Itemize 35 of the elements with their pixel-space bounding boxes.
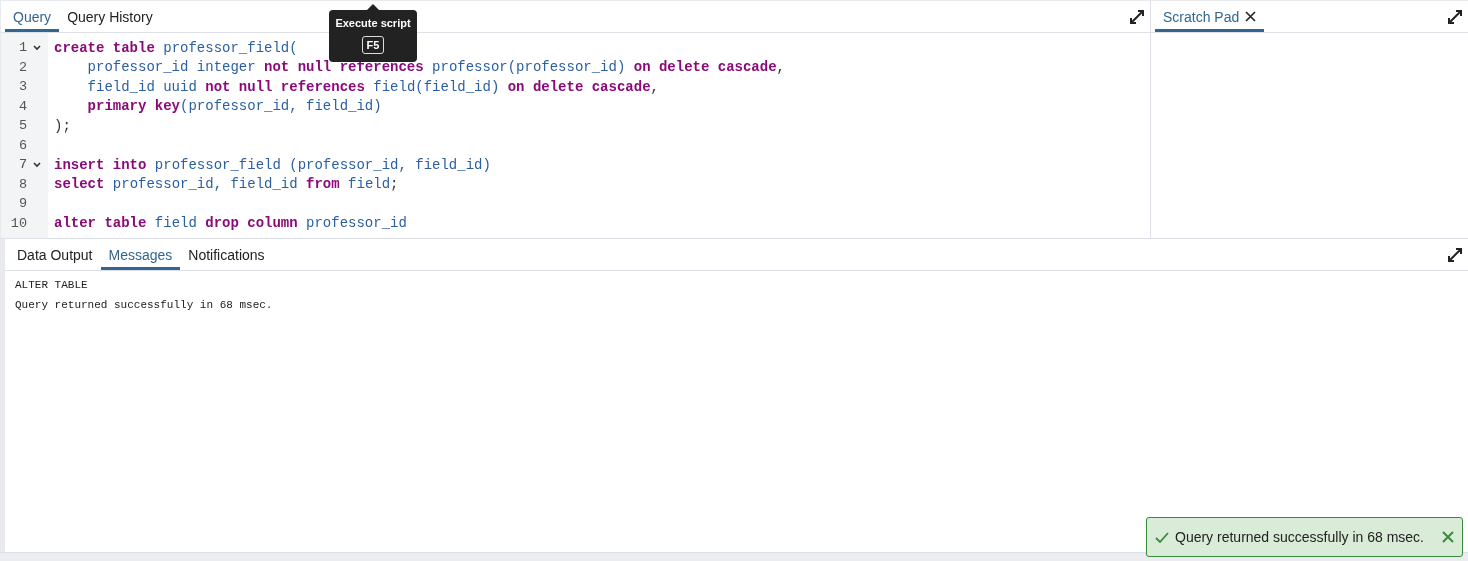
code-line: select professor_id, field_id from field; (53, 176, 399, 193)
line-number: 7 (17, 157, 27, 173)
expand-icon[interactable] (1448, 9, 1462, 24)
expand-icon[interactable] (1130, 9, 1144, 24)
line-number: 4 (17, 98, 27, 114)
line-number: 1 (17, 40, 27, 56)
code-line: alter table field drop column professor_id (53, 215, 407, 232)
line-number: 8 (17, 176, 27, 192)
checkmark-icon (1155, 531, 1169, 543)
code-line: create table professor_field( (53, 39, 298, 56)
code-line: professor_id integer not null references professor(professor_id) on delete cascade, (86, 59, 785, 76)
line-number: 9 (17, 196, 27, 212)
line-number: 2 (17, 59, 27, 75)
message-text: ALTER TABLE (15, 279, 88, 291)
fold-caret-icon[interactable] (33, 44, 41, 51)
line-number: 6 (17, 137, 27, 153)
toast-text: Query returned successfully in 68 msec. (1175, 529, 1425, 545)
line-number: 3 (17, 79, 27, 95)
message-text: Query returned successfully in 68 msec. (15, 299, 273, 311)
tab[interactable]: Scratch Pad (1155, 1, 1265, 32)
expand-icon[interactable] (1448, 247, 1462, 262)
code-line: field_id uuid not null references field(field_id) on delete cascade, (86, 78, 659, 95)
tab[interactable]: Query History (59, 1, 161, 32)
code-line: ); (53, 117, 71, 134)
code-line: primary key(professor_id, field_id) (86, 98, 382, 115)
line-number: 10 (9, 215, 27, 231)
tab[interactable]: Notifications (180, 239, 273, 270)
fold-caret-icon[interactable] (33, 161, 41, 168)
shortcut-key: F5 (361, 36, 385, 54)
line-number: 5 (17, 118, 27, 134)
tab[interactable]: Data Output (9, 239, 101, 270)
tooltip-text: Execute script (335, 17, 411, 29)
tab[interactable]: Messages (100, 239, 181, 270)
code-line: insert into professor_field (professor_id, field_id) (53, 156, 491, 173)
close-icon[interactable] (1245, 11, 1257, 22)
